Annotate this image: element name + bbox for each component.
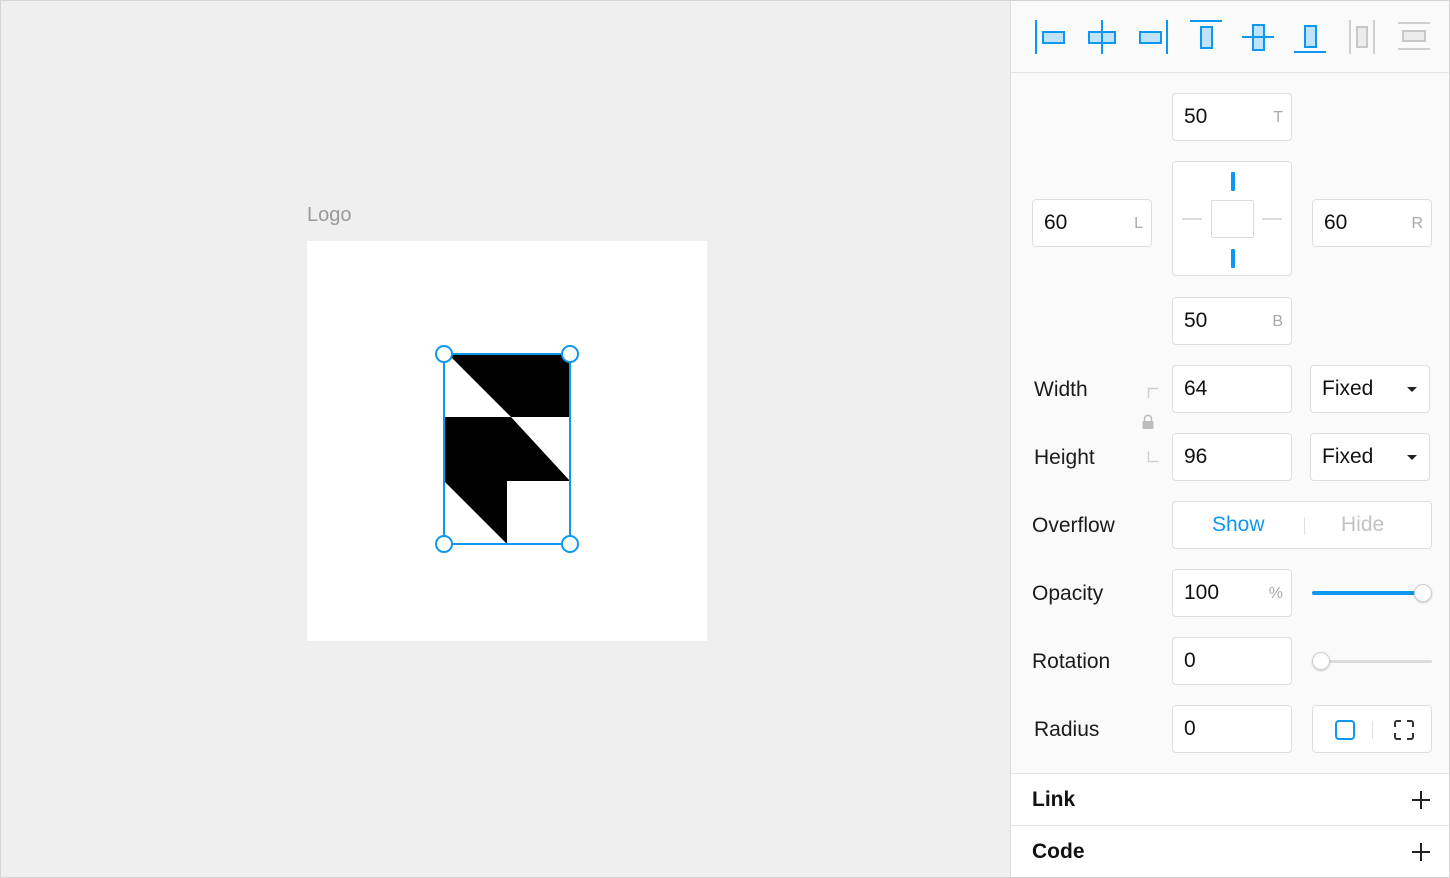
height-value: 96: [1184, 445, 1208, 468]
opacity-slider-thumb[interactable]: [1414, 584, 1432, 602]
pin-top-toggle[interactable]: [1231, 172, 1235, 191]
rotation-input[interactable]: 0: [1172, 637, 1292, 685]
rotation-slider[interactable]: [1312, 651, 1432, 671]
pin-left-toggle[interactable]: [1182, 218, 1202, 220]
resize-handle-top-left[interactable]: [435, 345, 453, 363]
radius-label: Radius: [1034, 718, 1100, 741]
frame-label[interactable]: Logo: [307, 204, 352, 227]
rotation-slider-thumb[interactable]: [1312, 652, 1330, 670]
width-label: Width: [1034, 378, 1088, 401]
add-link-plus-icon[interactable]: [1411, 790, 1431, 810]
opacity-slider[interactable]: [1312, 583, 1432, 603]
constraint-pin-widget: [1172, 161, 1292, 276]
overflow-label: Overflow: [1032, 514, 1115, 537]
overflow-segmented-control: Show Hide: [1172, 501, 1432, 549]
app-window: Logo 50 T 60 L 60 R 50 B Width 64 Fixed …: [0, 0, 1450, 878]
align-center-horizontal-icon[interactable]: [1084, 17, 1120, 57]
opacity-value: 100: [1184, 581, 1220, 604]
pin-right-toggle[interactable]: [1262, 218, 1282, 220]
resize-handle-bottom-left[interactable]: [435, 535, 453, 553]
constraint-left-field[interactable]: 60 L: [1032, 199, 1152, 247]
canvas[interactable]: Logo: [1, 1, 1010, 877]
segment-divider: [1304, 517, 1305, 535]
constraint-top-field[interactable]: 50 T: [1172, 93, 1292, 141]
radius-mode-toggle: [1312, 705, 1432, 753]
constraint-bottom-field[interactable]: 50 B: [1172, 297, 1292, 345]
distribute-vertical-icon[interactable]: [1396, 17, 1432, 57]
constraint-right-field[interactable]: 60 R: [1312, 199, 1432, 247]
add-code-plus-icon[interactable]: [1411, 842, 1431, 862]
align-toolbar: [1011, 1, 1449, 73]
distribute-horizontal-icon[interactable]: [1344, 17, 1380, 57]
height-mode-select[interactable]: Fixed: [1310, 433, 1430, 481]
width-mode-select[interactable]: Fixed: [1310, 365, 1430, 413]
width-value: 64: [1184, 377, 1208, 400]
height-input[interactable]: 96: [1172, 433, 1292, 481]
align-right-icon[interactable]: [1136, 17, 1172, 57]
constraint-bottom-suffix: B: [1272, 313, 1283, 330]
chevron-down-icon: [1407, 455, 1417, 460]
radius-input[interactable]: 0: [1172, 705, 1292, 753]
opacity-label: Opacity: [1032, 582, 1104, 605]
constraint-top-suffix: T: [1273, 109, 1283, 126]
height-mode-value: Fixed: [1322, 445, 1374, 468]
pin-bottom-toggle[interactable]: [1231, 249, 1235, 268]
lock-icon[interactable]: [1141, 414, 1155, 430]
link-section[interactable]: Link: [1011, 773, 1449, 825]
link-section-title: Link: [1032, 788, 1076, 811]
opacity-slider-fill: [1312, 591, 1423, 595]
align-top-icon[interactable]: [1188, 17, 1224, 57]
constraint-bottom-value: 50: [1184, 309, 1208, 332]
toggle-divider: [1372, 721, 1373, 739]
rotation-value: 0: [1184, 649, 1196, 672]
constraint-top-value: 50: [1184, 105, 1208, 128]
rotation-slider-track: [1312, 660, 1432, 663]
resize-handle-bottom-right[interactable]: [561, 535, 579, 553]
align-bottom-icon[interactable]: [1292, 17, 1328, 57]
aspect-link-top-icon: [1147, 387, 1158, 398]
rotation-label: Rotation: [1032, 650, 1111, 673]
properties-panel: 50 T 60 L 60 R 50 B Width 64 Fixed Heigh…: [1010, 1, 1449, 877]
align-middle-vertical-icon[interactable]: [1240, 17, 1276, 57]
uniform-radius-icon[interactable]: [1334, 719, 1356, 741]
aspect-link-bottom-icon: [1147, 451, 1158, 463]
opacity-input[interactable]: 100 %: [1172, 569, 1292, 617]
constraint-left-value: 60: [1044, 211, 1068, 234]
chevron-down-icon: [1407, 387, 1417, 392]
pin-center-box: [1211, 200, 1254, 238]
height-label: Height: [1034, 446, 1095, 469]
radius-value: 0: [1184, 717, 1196, 740]
individual-corners-icon[interactable]: [1393, 719, 1415, 741]
code-section[interactable]: Code: [1011, 825, 1449, 877]
constraint-right-value: 60: [1324, 211, 1348, 234]
width-mode-value: Fixed: [1322, 377, 1374, 400]
resize-handle-top-right[interactable]: [561, 345, 579, 363]
overflow-hide-option[interactable]: Hide: [1341, 513, 1384, 537]
align-left-icon[interactable]: [1032, 17, 1068, 57]
constraint-right-suffix: R: [1411, 215, 1423, 232]
constraint-left-suffix: L: [1134, 215, 1143, 232]
width-input[interactable]: 64: [1172, 365, 1292, 413]
selection-outline: [443, 353, 571, 545]
code-section-title: Code: [1032, 840, 1085, 863]
opacity-suffix: %: [1268, 585, 1283, 602]
overflow-show-option[interactable]: Show: [1212, 513, 1265, 537]
